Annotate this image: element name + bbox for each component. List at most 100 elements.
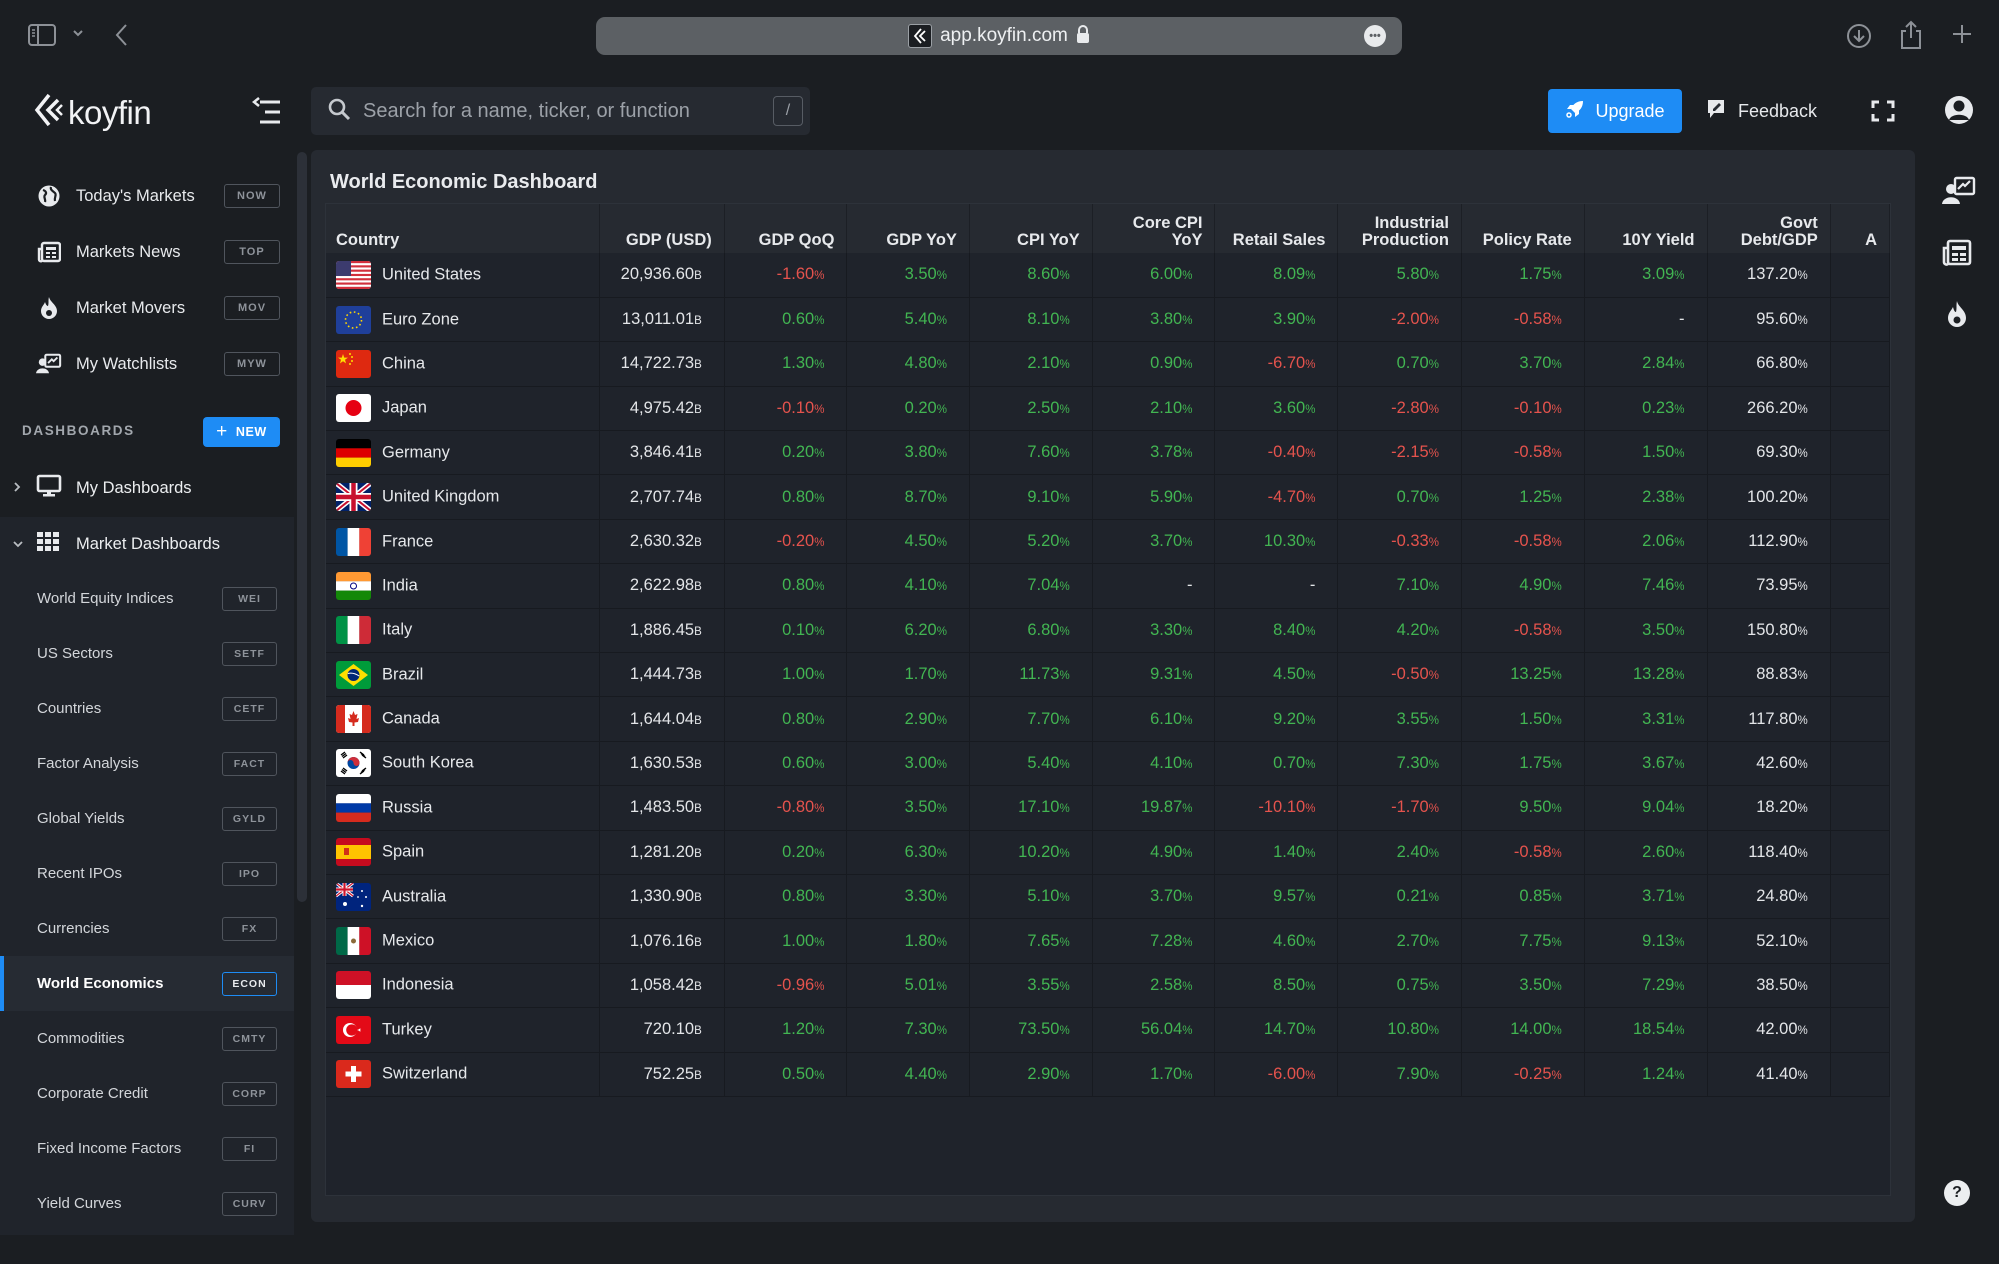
- country-cell[interactable]: Indonesia: [326, 963, 601, 1009]
- chevron-down-icon[interactable]: [72, 26, 84, 45]
- overflow-cell: [1830, 297, 1890, 343]
- sub-item-fixed-income-factors[interactable]: Fixed Income Factors FI: [0, 1121, 294, 1176]
- country-cell[interactable]: United States: [326, 253, 601, 298]
- sub-item-yield-curves[interactable]: Yield Curves CURV: [0, 1176, 294, 1231]
- country-cell[interactable]: India: [326, 563, 601, 609]
- sidebar-item-todays-markets[interactable]: Today's Markets NOW: [0, 174, 294, 218]
- column-header[interactable]: Industrial Production: [1337, 204, 1462, 253]
- newspaper-icon[interactable]: [1942, 239, 1972, 272]
- metric-value: 0.21: [1396, 887, 1429, 906]
- country-cell[interactable]: Brazil: [326, 652, 601, 698]
- fullscreen-icon[interactable]: [1871, 100, 1895, 127]
- watchlist-icon[interactable]: [1942, 176, 1976, 211]
- country-cell[interactable]: Euro Zone: [326, 297, 601, 343]
- table-row[interactable]: Russia 1,483.50B -0.80% 3.50% 17.10% 19.87% -1…: [326, 785, 1890, 831]
- country-cell[interactable]: Italy: [326, 608, 601, 654]
- sidebar-item-my-watchlists[interactable]: My Watchlists MYW: [0, 342, 294, 386]
- column-header[interactable]: Country: [326, 204, 601, 253]
- new-dashboard-button[interactable]: + NEW: [203, 417, 280, 447]
- user-avatar-icon[interactable]: [1944, 95, 1974, 130]
- column-header[interactable]: 10Y Yield: [1584, 204, 1708, 253]
- sidebar-scrollbar[interactable]: [297, 152, 307, 902]
- country-cell[interactable]: Japan: [326, 386, 601, 432]
- sub-item-us-sectors[interactable]: US Sectors SETF: [0, 626, 294, 681]
- chevron-right-icon[interactable]: [12, 481, 22, 496]
- country-cell[interactable]: Germany: [326, 430, 601, 476]
- sub-item-factor-analysis[interactable]: Factor Analysis FACT: [0, 736, 294, 791]
- country-cell[interactable]: Mexico: [326, 918, 601, 964]
- sub-item-corporate-credit[interactable]: Corporate Credit CORP: [0, 1066, 294, 1121]
- table-row[interactable]: Indonesia 1,058.42B -0.96% 5.01% 3.55% 2.58% 8…: [326, 963, 1890, 1009]
- back-icon[interactable]: [114, 22, 130, 53]
- column-header[interactable]: GDP QoQ: [724, 204, 848, 253]
- sub-item-countries[interactable]: Countries CETF: [0, 681, 294, 736]
- table-row[interactable]: France 2,630.32B -0.20% 4.50% 5.20% 3.70% 10.3…: [326, 519, 1890, 565]
- search-bar[interactable]: /: [311, 87, 810, 135]
- column-header[interactable]: Retail Sales: [1214, 204, 1339, 253]
- table-row[interactable]: Mexico 1,076.16B 1.00% 1.80% 7.65% 7.28% 4.60%…: [326, 918, 1890, 964]
- sub-item-currencies[interactable]: Currencies FX: [0, 901, 294, 956]
- unit-suffix: %: [1182, 714, 1193, 727]
- koyfin-logo[interactable]: koyfin: [34, 92, 152, 133]
- table-row[interactable]: Turkey 720.10B 1.20% 7.30% 73.50% 56.04% 14.70…: [326, 1007, 1890, 1053]
- table-row[interactable]: Australia 1,330.90B 0.80% 3.30% 5.10% 3.70% 9.…: [326, 874, 1890, 920]
- help-button[interactable]: ?: [1944, 1180, 1970, 1206]
- country-cell[interactable]: Canada: [326, 696, 601, 742]
- gdp-cell: 1,058.42B: [599, 963, 725, 1009]
- table-row[interactable]: South Korea 1,630.53B 0.60% 3.00% 5.40% 4.10%…: [326, 741, 1890, 787]
- table-row[interactable]: United Kingdom 2,707.74B 0.80% 8.70% 9.10% 5.…: [326, 474, 1890, 520]
- gdp-value: 20,936.60: [620, 265, 695, 284]
- column-header[interactable]: Policy Rate: [1461, 204, 1585, 253]
- upgrade-button[interactable]: Upgrade: [1548, 89, 1682, 133]
- sub-item-world-economics[interactable]: World Economics ECON: [0, 956, 294, 1011]
- column-header[interactable]: Core CPI YoY: [1092, 204, 1216, 253]
- table-row[interactable]: China 14,722.73B 1.30% 4.80% 2.10% 0.90% -6.70…: [326, 341, 1890, 387]
- country-cell[interactable]: Switzerland: [326, 1052, 601, 1097]
- table-row[interactable]: Japan 4,975.42B -0.10% 0.20% 2.50% 2.10% 3.60%…: [326, 386, 1890, 432]
- sidebar-item-market-movers[interactable]: Market Movers MOV: [0, 286, 294, 330]
- table-row[interactable]: Canada 1,644.04B 0.80% 2.90% 7.70% 6.10% 9.20%…: [326, 696, 1890, 742]
- column-header[interactable]: CPI YoY: [969, 204, 1093, 253]
- feedback-button[interactable]: Feedback: [1706, 89, 1817, 133]
- country-cell[interactable]: Spain: [326, 830, 601, 875]
- column-header[interactable]: GDP (USD): [599, 204, 725, 253]
- more-icon[interactable]: •••: [1364, 25, 1386, 47]
- country-cell[interactable]: United Kingdom: [326, 474, 601, 520]
- table-row[interactable]: Brazil 1,444.73B 1.00% 1.70% 11.73% 9.31% 4.50…: [326, 652, 1890, 698]
- sub-item-commodities[interactable]: Commodities CMTY: [0, 1011, 294, 1066]
- column-header[interactable]: GDP YoY: [846, 204, 970, 253]
- share-icon[interactable]: [1899, 20, 1923, 55]
- table-row[interactable]: India 2,622.98B 0.80% 4.10% 7.04% - -7.10% 4.90…: [326, 563, 1890, 609]
- table-row[interactable]: Italy 1,886.45B 0.10% 6.20% 6.80% 3.30% 8.40% 4…: [326, 608, 1890, 654]
- tree-item-market-dashboards[interactable]: Market Dashboards: [0, 517, 294, 571]
- table-row[interactable]: Euro Zone 13,011.01B 0.60% 5.40% 8.10% 3.80% 3…: [326, 297, 1890, 343]
- collapse-sidebar-icon[interactable]: [251, 96, 283, 133]
- download-icon[interactable]: [1846, 23, 1872, 54]
- table-row[interactable]: United States 20,936.60B -1.60% 3.50% 8.60% 6…: [326, 253, 1890, 298]
- column-header[interactable]: A: [1830, 204, 1890, 253]
- metric-cell: 7.75%: [1461, 918, 1585, 964]
- sub-item-world-equity-indices[interactable]: World Equity Indices WEI: [0, 571, 294, 626]
- address-bar[interactable]: app.koyfin.com •••: [596, 17, 1402, 55]
- country-cell[interactable]: Australia: [326, 874, 601, 920]
- new-tab-icon[interactable]: [1951, 23, 1973, 50]
- column-header[interactable]: Govt Debt/GDP: [1707, 204, 1831, 253]
- table-row[interactable]: Spain 1,281.20B 0.20% 6.30% 10.20% 4.90% 1.40%…: [326, 830, 1890, 875]
- country-cell[interactable]: South Korea: [326, 741, 601, 787]
- table-row[interactable]: Germany 3,846.41B 0.20% 3.80% 7.60% 3.78% -0.4…: [326, 430, 1890, 476]
- sub-item-global-yields[interactable]: Global Yields GYLD: [0, 791, 294, 846]
- metric-cell: 5.40%: [846, 297, 970, 343]
- tree-item-my-dashboards[interactable]: My Dashboards: [0, 461, 294, 515]
- country-cell[interactable]: France: [326, 519, 601, 565]
- sub-item-recent-ipos[interactable]: Recent IPOs IPO: [0, 846, 294, 901]
- country-cell[interactable]: Russia: [326, 785, 601, 831]
- search-input[interactable]: [363, 99, 773, 123]
- metric-value: 4.20: [1396, 620, 1429, 639]
- table-row[interactable]: Switzerland 752.25B 0.50% 4.40% 2.90% 1.70% -6…: [326, 1052, 1890, 1097]
- chevron-down-icon[interactable]: [12, 537, 24, 552]
- sidebar-toggle-icon[interactable]: [28, 24, 56, 51]
- country-cell[interactable]: China: [326, 341, 601, 387]
- flame-icon[interactable]: [1946, 300, 1968, 333]
- sidebar-item-markets-news[interactable]: Markets News TOP: [0, 230, 294, 274]
- country-cell[interactable]: Turkey: [326, 1007, 601, 1053]
